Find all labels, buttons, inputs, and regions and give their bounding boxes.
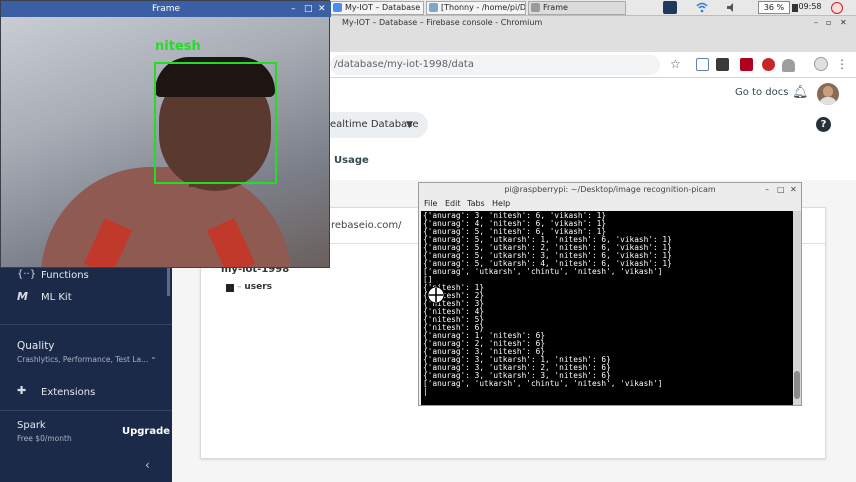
dropdown-arrow-icon: ▼: [406, 120, 413, 130]
go-to-docs-link[interactable]: Go to docs: [735, 87, 788, 98]
cloud-icon[interactable]: [782, 59, 795, 72]
close-icon[interactable]: ✕: [318, 1, 326, 17]
eject-icon[interactable]: [831, 2, 843, 14]
help-icon[interactable]: ?: [816, 117, 831, 132]
tab-usage[interactable]: Usage: [334, 155, 369, 166]
close-icon[interactable]: ✕: [790, 183, 797, 197]
divider: [0, 410, 172, 411]
camera-feed: nitesh: [1, 17, 329, 267]
menu-edit[interactable]: Edit: [445, 197, 461, 211]
menu-help[interactable]: Help: [492, 197, 510, 211]
scrollbar-thumb[interactable]: [794, 371, 800, 399]
volume-icon[interactable]: [726, 2, 738, 13]
terminal-titlebar: pi@raspberrypi: ~/Desktop/image recognit…: [419, 183, 801, 197]
minimize-icon[interactable]: –: [814, 16, 818, 30]
menu-tabs[interactable]: Tabs: [467, 197, 485, 211]
bookmark-star-icon[interactable]: ☆: [670, 57, 681, 71]
terminal-text: {'anurag': 3, 'nitesh': 6, 'vikash': 1} …: [423, 211, 672, 396]
vnc-icon[interactable]: [663, 1, 677, 14]
upgrade-button[interactable]: Upgrade: [122, 426, 170, 437]
sidebar-item-extensions[interactable]: ✚ Extensions: [0, 381, 172, 403]
move-cursor-icon: [426, 285, 446, 305]
plan-section: Spark Free $0/month Upgrade: [0, 416, 172, 450]
detected-name-label: nitesh: [155, 39, 201, 54]
frame-titlebar: Frame – □ ✕: [1, 1, 331, 17]
maximize-icon[interactable]: □: [777, 183, 785, 197]
toolbar: /database/my-iot-1998/data ☆ ⋮: [330, 52, 856, 78]
chrome-menu-icon[interactable]: ⋮: [836, 57, 848, 71]
terminal-window[interactable]: pi@raspberrypi: ~/Desktop/image recognit…: [418, 182, 802, 406]
clock: 09:58: [798, 2, 822, 11]
chromium-icon: [333, 3, 342, 12]
divider: [0, 324, 172, 325]
restore-icon[interactable]: ▫: [826, 16, 831, 30]
database-selector[interactable]: ealtime Database ▼: [320, 112, 428, 138]
task-thonny[interactable]: [Thonny - /home/pi/Des...: [426, 1, 526, 15]
ml-kit-icon: M: [17, 290, 28, 303]
chevron-down-icon[interactable]: ⌄: [150, 352, 157, 361]
tab-strip: [330, 30, 856, 52]
extension-3-icon[interactable]: [740, 58, 753, 71]
extension-4-icon[interactable]: [762, 58, 775, 71]
wifi-icon[interactable]: [696, 2, 708, 13]
camera-frame-window[interactable]: Frame – □ ✕ nitesh: [0, 0, 331, 268]
functions-icon: {··}: [17, 269, 37, 280]
address-bar[interactable]: /database/my-iot-1998/data: [330, 55, 660, 75]
expand-icon[interactable]: [226, 284, 234, 292]
profile-icon[interactable]: [814, 57, 828, 71]
thonny-icon: [429, 3, 438, 12]
terminal-output[interactable]: {'anurag': 3, 'nitesh': 6, 'vikash': 1} …: [421, 211, 793, 405]
user-avatar[interactable]: [817, 83, 839, 105]
window-icon: [531, 3, 540, 12]
notifications-bell-icon[interactable]: 🔔︎: [792, 85, 809, 100]
collapse-sidebar-icon[interactable]: ‹: [145, 458, 150, 472]
tree-child-node[interactable]: – users: [237, 282, 272, 292]
plan-price: Free $0/month: [17, 434, 72, 443]
extensions-icon: ✚: [17, 384, 27, 397]
battery-indicator: 36 %: [758, 1, 790, 14]
task-chromium[interactable]: My-IOT – Database – Fi...: [330, 1, 424, 15]
plan-name: Spark: [17, 420, 46, 431]
close-icon[interactable]: ✕: [840, 16, 847, 30]
menu-file[interactable]: File: [424, 197, 437, 211]
face-detection-box: [154, 62, 277, 184]
sidebar-section-quality[interactable]: Quality Crashlytics, Performance, Test L…: [0, 336, 172, 370]
minimize-icon[interactable]: –: [291, 1, 296, 17]
minimize-icon[interactable]: –: [765, 183, 769, 197]
terminal-menubar: File Edit Tabs Help: [419, 197, 801, 211]
extension-1-icon[interactable]: [696, 58, 709, 71]
task-frame[interactable]: Frame: [528, 1, 626, 15]
firebase-header: Go to docs 🔔︎ ealtime Database ▼ ? Usage: [320, 80, 856, 180]
browser-titlebar: My-IOT – Database – Firebase console - C…: [330, 16, 856, 30]
terminal-scrollbar[interactable]: [793, 211, 801, 405]
sidebar-item-functions[interactable]: {··} Functions: [0, 266, 172, 286]
sidebar-scrollbar[interactable]: [167, 266, 170, 296]
sidebar-item-ml-kit[interactable]: M ML Kit: [0, 288, 172, 308]
maximize-icon[interactable]: □: [304, 1, 313, 17]
extension-2-icon[interactable]: [716, 58, 729, 71]
